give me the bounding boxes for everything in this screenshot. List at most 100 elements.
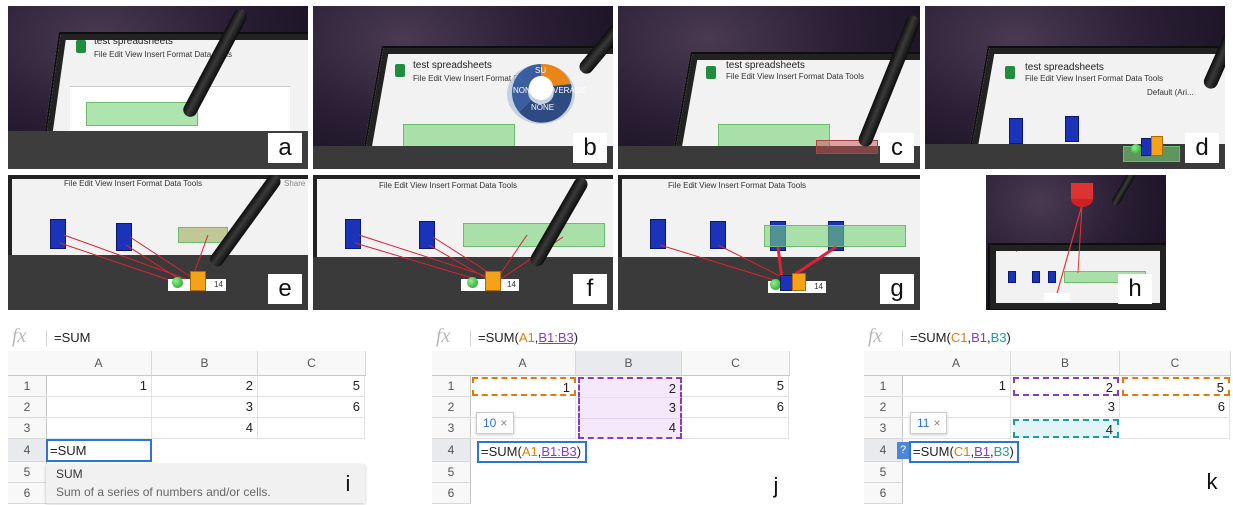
cell-b1[interactable]: 2 xyxy=(152,376,258,397)
cell-editor[interactable]: =SUM(A1,B1:B3) xyxy=(477,441,587,463)
vr-cube-a1 xyxy=(1009,118,1023,144)
cell-c2[interactable]: 6 xyxy=(682,397,789,418)
vr-title: test spreadsheets xyxy=(726,60,805,71)
row-header-5[interactable]: 5 xyxy=(864,462,903,483)
row-header-1[interactable]: 1 xyxy=(432,376,471,397)
row-header-6[interactable]: 6 xyxy=(864,483,903,504)
formula-ref-a: C1 xyxy=(950,330,968,345)
panel-letter: j xyxy=(773,473,779,498)
panel-letter: c xyxy=(880,133,914,163)
formula-preview-tooltip[interactable]: 11 × xyxy=(910,412,948,434)
vr-menu: File Edit View Insert Format Data Tools xyxy=(726,72,864,81)
cell-a2[interactable] xyxy=(46,397,152,418)
col-header-b[interactable]: B xyxy=(152,351,258,376)
col-header-a[interactable]: A xyxy=(470,351,576,376)
formula-text[interactable]: =SUM(A1,B1:B3) xyxy=(478,330,578,345)
formula-ref-b: B1:B3 xyxy=(538,330,574,345)
close-icon[interactable]: × xyxy=(500,416,507,430)
editor-suffix: ) xyxy=(1009,444,1014,459)
close-icon[interactable]: × xyxy=(933,416,940,430)
col-header-c[interactable]: C xyxy=(682,351,790,376)
col-header-b[interactable]: B xyxy=(1011,351,1120,376)
formula-prefix: =SUM( xyxy=(910,330,951,345)
vr-cube-orange xyxy=(485,271,501,291)
cell-b1[interactable]: 2 xyxy=(578,377,682,398)
col-header-c[interactable]: C xyxy=(258,351,366,376)
cell-editor[interactable]: =SUM xyxy=(46,439,152,462)
row-header-2[interactable]: 2 xyxy=(432,397,471,418)
row-header-5[interactable]: 5 xyxy=(432,462,471,483)
row-header-2[interactable]: 2 xyxy=(8,397,47,418)
fx-icon: fx xyxy=(436,325,451,347)
vr-panel-a: test spreadsheets File Edit View Insert … xyxy=(8,6,308,169)
preview-value: 10 xyxy=(483,416,497,430)
sheet-j: fx =SUM(A1,B1:B3) A B C 1 2 3 4 5 6 1 2 … xyxy=(432,325,790,504)
formula-suffix: ) xyxy=(1006,330,1011,345)
cell-c1[interactable]: 5 xyxy=(258,376,365,397)
row-header-5[interactable]: 5 xyxy=(8,462,47,483)
cell-editor[interactable]: =SUM(C1,B1,B3) xyxy=(909,441,1019,463)
col-header-a[interactable]: A xyxy=(902,351,1011,376)
row-header-4[interactable]: 4 xyxy=(432,439,471,462)
row-header-3[interactable]: 3 xyxy=(864,418,903,439)
corner-cell[interactable] xyxy=(8,351,47,376)
cell-b3[interactable]: 4 xyxy=(578,419,682,439)
formula-bar[interactable]: fx =SUM(C1,B1,B3) xyxy=(864,325,1230,352)
autocomplete-function-name[interactable]: SUM xyxy=(56,467,83,481)
col-header-c[interactable]: C xyxy=(1120,351,1231,376)
cell-a1[interactable]: 1 xyxy=(46,376,152,397)
formula-separator xyxy=(46,330,47,346)
row-header-2[interactable]: 2 xyxy=(864,397,903,418)
corner-cell[interactable] xyxy=(432,351,471,376)
cell-c3[interactable] xyxy=(1120,418,1230,439)
cell-a3[interactable] xyxy=(46,418,152,439)
cell-c1[interactable]: 5 xyxy=(1122,377,1230,396)
cell-c1[interactable]: 5 xyxy=(682,376,789,397)
formula-ref-c: B3 xyxy=(990,330,1007,345)
editor-prefix: =SUM( xyxy=(481,444,522,459)
vr-panel-c: test spreadsheets File Edit View Insert … xyxy=(618,6,920,169)
cell-c2[interactable]: 6 xyxy=(258,397,365,418)
formula-preview-tooltip[interactable]: 10 × xyxy=(476,412,515,434)
autocomplete-popup[interactable]: SUM Sum of a series of numbers and/or ce… xyxy=(46,464,365,503)
cell-a1[interactable]: 1 xyxy=(472,377,576,396)
cell-b2[interactable]: 3 xyxy=(578,398,682,419)
cell-c2[interactable]: 6 xyxy=(1120,397,1230,418)
panel-letter: g xyxy=(880,274,914,304)
preview-value: 11 xyxy=(917,416,930,430)
formula-text[interactable]: =SUM xyxy=(54,330,90,345)
row-header-1[interactable]: 1 xyxy=(8,376,47,397)
cell-c3[interactable] xyxy=(682,418,789,439)
row-header-4[interactable]: 4 xyxy=(8,439,47,462)
sheets-logo-icon xyxy=(1005,66,1015,79)
help-icon[interactable]: ? xyxy=(897,442,909,459)
corner-cell[interactable] xyxy=(864,351,903,376)
cell-c3[interactable] xyxy=(258,418,365,439)
cell-a1[interactable]: 1 xyxy=(902,376,1011,397)
vr-result-panel xyxy=(1044,293,1070,301)
cell-b2[interactable]: 3 xyxy=(1011,397,1120,418)
cell-b3[interactable]: 4 xyxy=(152,418,258,439)
row-header-3[interactable]: 3 xyxy=(432,418,471,439)
panel-letter: e xyxy=(268,274,302,304)
col-header-a[interactable]: A xyxy=(46,351,152,376)
wheel-label-none-2: NONE xyxy=(531,103,555,112)
cell-b2[interactable]: 3 xyxy=(152,397,258,418)
formula-bar[interactable]: fx =SUM xyxy=(8,325,365,352)
row-header-1[interactable]: 1 xyxy=(864,376,903,397)
vr-ball-icon xyxy=(172,277,183,288)
col-header-b[interactable]: B xyxy=(576,351,682,376)
panel-letter: i xyxy=(345,471,351,496)
cell-b1[interactable]: 2 xyxy=(1013,377,1119,396)
row-header-3[interactable]: 3 xyxy=(8,418,47,439)
formula-bar[interactable]: fx =SUM(A1,B1:B3) xyxy=(432,325,789,352)
cell-b3[interactable]: 4 xyxy=(1013,419,1119,438)
wheel-label-sum: SU xyxy=(535,66,547,75)
row-header-6[interactable]: 6 xyxy=(432,483,471,504)
fx-icon: fx xyxy=(12,325,27,347)
editor-ref-c: B3 xyxy=(993,444,1010,459)
formula-text[interactable]: =SUM(C1,B1,B3) xyxy=(910,330,1011,345)
row-header-6[interactable]: 6 xyxy=(8,483,47,504)
sheets-logo-icon xyxy=(706,66,716,79)
editor-ref-a: A1 xyxy=(521,444,538,459)
